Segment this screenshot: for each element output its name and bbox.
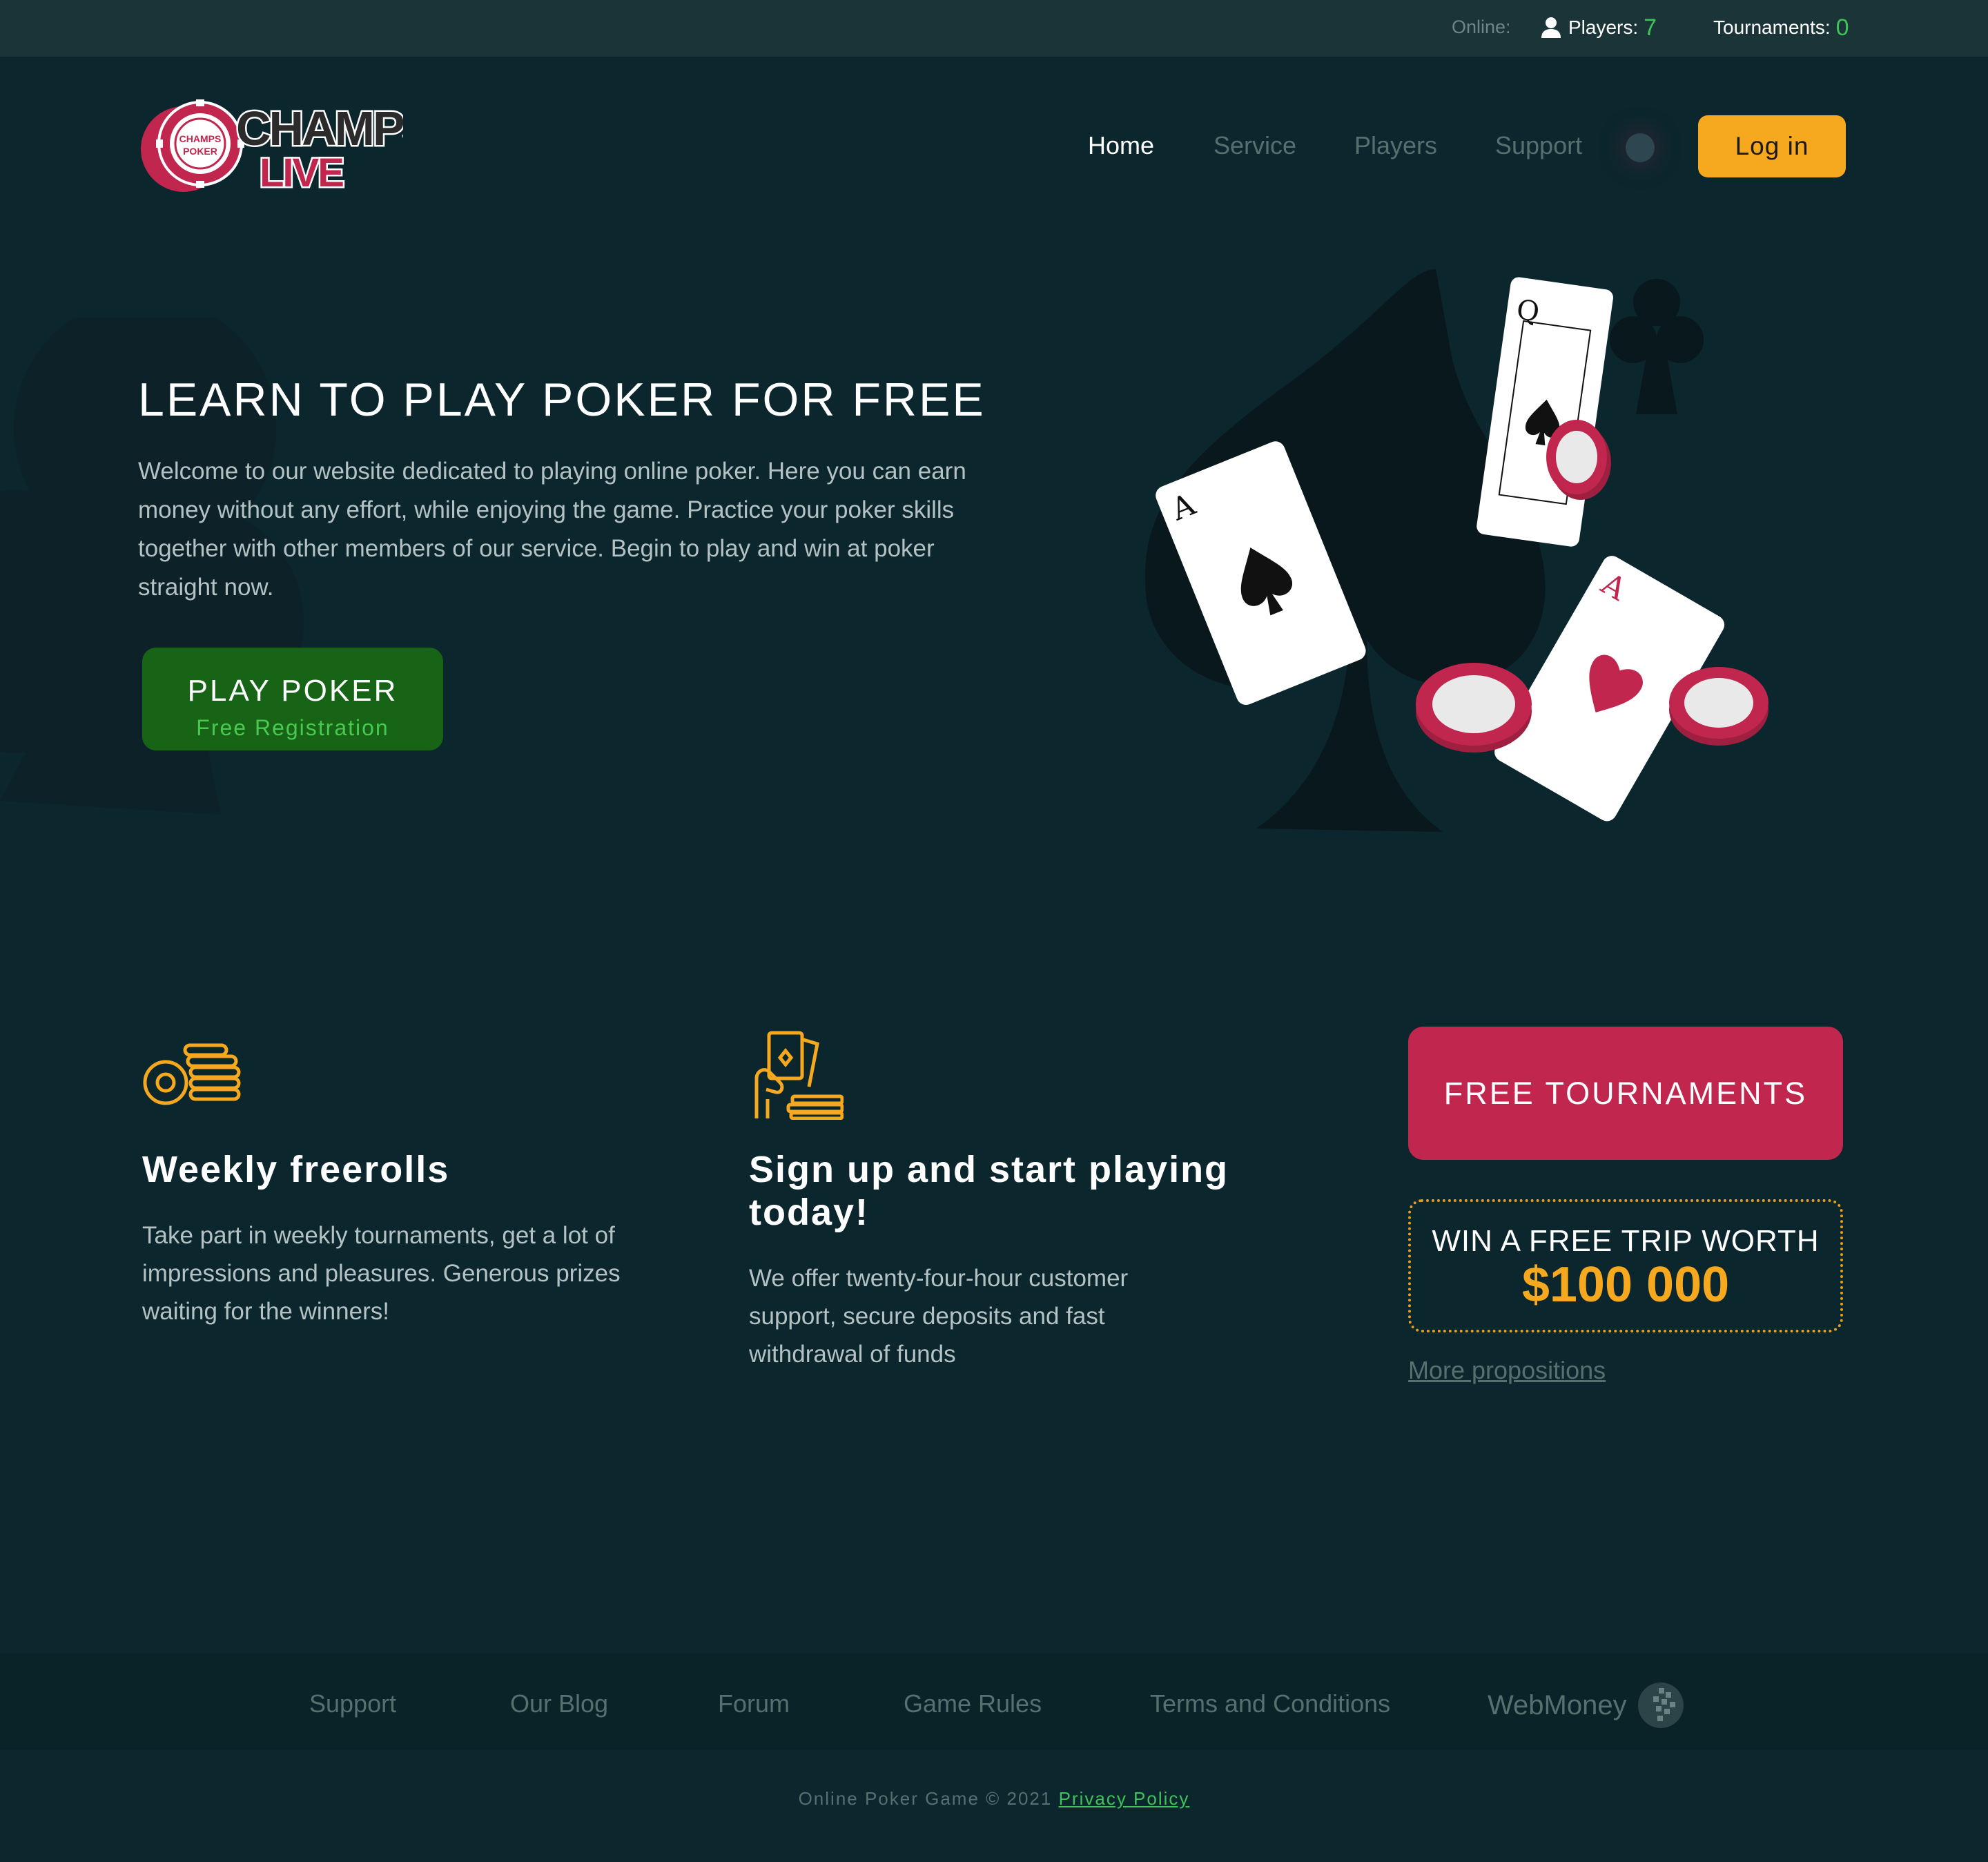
play-poker-label: PLAY POKER (187, 674, 398, 708)
footer-nav: Support Our Blog Forum Game Rules Terms … (0, 1654, 1988, 1750)
logo-word-live: LIVE (260, 151, 343, 195)
logo-chip-text-top: CHAMPS (179, 133, 222, 144)
nav-home[interactable]: Home (1088, 131, 1154, 160)
footer-link-blog[interactable]: Our Blog (510, 1689, 608, 1718)
nav-support[interactable]: Support (1495, 131, 1582, 160)
top-status-bar: Online: Players: 7 Tournaments: 0 (0, 0, 1988, 57)
free-trip-promo[interactable]: WIN A FREE TRIP WORTH $100 000 (1408, 1199, 1843, 1332)
webmoney-label: WebMoney (1488, 1689, 1627, 1720)
webmoney-badge[interactable]: WebMoney (1488, 1681, 1685, 1729)
hand-holding-cards-icon (754, 1031, 844, 1120)
footer-link-forum[interactable]: Forum (718, 1689, 790, 1718)
privacy-policy-link[interactable]: Privacy Policy (1059, 1788, 1190, 1809)
free-registration-label: Free Registration (196, 715, 389, 740)
card-rank: Q (1514, 294, 1541, 329)
footer-link-support[interactable]: Support (309, 1689, 396, 1718)
online-label: Online: (1452, 17, 1511, 37)
feature-title-signup: Sign up and start playing today! (749, 1149, 1229, 1233)
players-label: Players: (1568, 17, 1639, 38)
hero-description: Welcome to our website dedicated to play… (138, 458, 966, 601)
tournaments-count: 0 (1835, 14, 1849, 41)
feature-text-freerolls: Take part in weekly tournaments, get a l… (142, 1222, 621, 1325)
theme-toggle[interactable] (1626, 133, 1655, 162)
hero-poker-illustration: Q A A (1144, 269, 1768, 832)
queen-of-spades-card: Q (1477, 277, 1613, 547)
poker-chip-icon (1669, 667, 1768, 746)
hero-title: LEARN TO PLAY POKER FOR FREE (138, 374, 986, 426)
user-icon (1541, 17, 1561, 38)
logo-chip-text-bottom: POKER (183, 146, 217, 157)
tournaments-online: Tournaments: 0 (1713, 12, 1849, 43)
trip-amount: $100 000 (1521, 1257, 1730, 1312)
copyright-line: Online Poker Game © 2021 Privacy Policy (0, 1788, 1988, 1810)
login-button[interactable]: Log in (1698, 115, 1846, 177)
logo-word-champs: CHAMPS (236, 101, 403, 155)
poker-chips-stack-icon (143, 1043, 241, 1105)
champs-live-logo[interactable]: CHAMPS POKER CHAMPS LIVE (141, 95, 403, 196)
players-count: 7 (1644, 14, 1657, 41)
play-poker-button[interactable]: PLAY POKER Free Registration (142, 648, 443, 750)
club-suit-icon (1610, 279, 1704, 414)
nav-service[interactable]: Service (1214, 131, 1296, 160)
more-propositions-link[interactable]: More propositions (1408, 1356, 1606, 1385)
copyright-text: Online Poker Game © 2021 (798, 1788, 1053, 1809)
footer-link-terms[interactable]: Terms and Conditions (1150, 1689, 1390, 1718)
players-online: Players: 7 (1541, 12, 1657, 43)
tournaments-label: Tournaments: (1713, 17, 1831, 38)
poker-chip-icon (1416, 663, 1532, 753)
feature-text-signup: We offer twenty-four-hour customer suppo… (749, 1265, 1129, 1368)
trip-headline: WIN A FREE TRIP WORTH (1432, 1224, 1820, 1258)
webmoney-globe-icon (1637, 1682, 1684, 1728)
feature-title-freerolls: Weekly freerolls (142, 1149, 450, 1190)
nav-players[interactable]: Players (1354, 131, 1437, 160)
footer-link-game-rules[interactable]: Game Rules (904, 1689, 1042, 1718)
free-tournaments-button[interactable]: FREE TOURNAMENTS (1408, 1027, 1843, 1160)
